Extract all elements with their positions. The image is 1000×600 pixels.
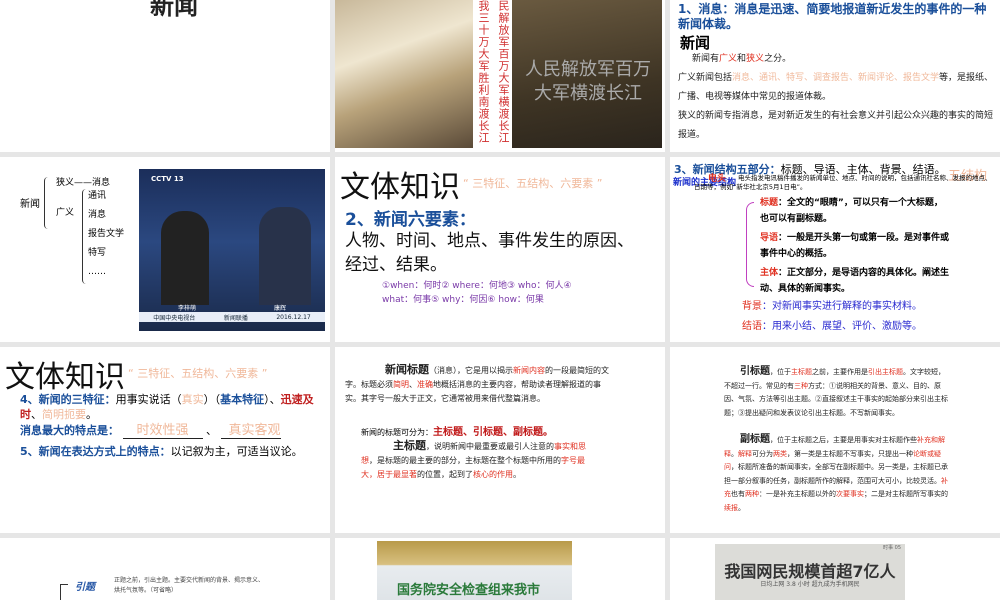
tree-broad: 广义 (56, 208, 75, 218)
tree-root: 新闻 (20, 199, 40, 210)
monument-image: 人民解放军百万大军横渡长江 (512, 0, 662, 148)
slide-1-thumbnail[interactable]: 新闻 (0, 0, 330, 152)
tree-items: 通讯 消息 报告文学 特写…… (88, 191, 125, 277)
image-overlay-text: 人民解放军百万大军横渡长江 (525, 59, 651, 104)
slide-tag: “ 三特征、五结构、六要素 ” (463, 177, 603, 190)
slide-3-thumbnail[interactable]: 1、消息：消息是迅速、简要地报道新近发生的事件的一种新闻体裁。 新闻 新闻有广义… (670, 0, 1000, 152)
brace-icon (746, 202, 754, 287)
ending-line: 结语：用来小结、展望、评价、激励等。 (742, 321, 922, 332)
newspaper-photo: 时事 05 我国网民规模首超7亿人 日均上网 3.8 小时 超九成为手机网民 (715, 544, 905, 600)
note-text: 电头指发电讯稿件播发的新闻单位、地点、时间的说明，包括通讯社名称、发报的地点、日… (694, 174, 992, 191)
main-headline-paragraph: 主标题，说明新闻中最重要或最引人注意的事实和思想，是标题的最主要的部分，主标题在… (361, 439, 586, 479)
slide-5-thumbnail[interactable]: 文体知识 “ 三特征、五结构、六要素 ” 2、新闻六要素： 人物、时间、地点、事… (335, 157, 665, 342)
expression-line: 5、新闻在表达方式上的特点：以记叙为主，可适当议论。 (20, 445, 303, 458)
headline-types: 新闻的标题可分为：主标题、引标题、副标题。 (361, 427, 553, 438)
slide-10-thumbnail[interactable]: 引题 正题之前，引出主题。主要交代新闻的背景、揭示意义、烘托气氛等。（可省略） (0, 538, 330, 600)
caption-right: 民解放军百万大军横渡长江 (497, 0, 510, 144)
slide-body: 人物、时间、地点、事件发生的原因、经过、结果。 (345, 231, 634, 275)
painting-image (335, 0, 473, 148)
slide-11-thumbnail[interactable]: 国务院安全检查组来我市 (335, 538, 665, 600)
slide-title: 文体知识 (340, 170, 460, 205)
blank-line: 消息最大的特点是： 时效性强 、 真实客观 (20, 419, 281, 439)
news-broadcast-image: CCTV 13 李梓萌 康辉 中国中央电视台 新闻联播 2016.12.17 (139, 169, 325, 331)
slide-heading: 2、新闻六要素： (345, 210, 476, 230)
bracket-icon (60, 584, 68, 600)
slide-title: 文体知识 (5, 360, 125, 395)
caption-left: 我三十万大军胜利南渡长江 (477, 0, 490, 144)
sub-headline-paragraph: 副标题，位于主标题之后，主要是用事实对主标题作些补充和解释。解释可分为两类，第一… (724, 434, 948, 512)
slide-12-thumbnail[interactable]: 时事 05 我国网民规模首超7亿人 日均上网 3.8 小时 超九成为手机网民 (670, 538, 1000, 600)
slide-4-thumbnail[interactable]: 新闻 狭义——消息 广义 通讯 消息 报告文学 特写…… CCTV 13 李梓萌 康辉 … (0, 157, 330, 342)
slide-7-thumbnail[interactable]: 文体知识 “ 三特征、五结构、六要素 ” 4、新闻的三特征：用事实说话（真实）（… (0, 347, 330, 533)
six-w-list: ①when：何时② where：何地③ who：何人④ what：何事⑤ why… (382, 281, 572, 305)
newspaper-photo: 国务院安全检查组来我市 (377, 541, 572, 600)
slide-body: 新闻有广义和狭义之分。 广义新闻包括消息、通讯、特写、调查报告、新闻评论、报告文… (678, 54, 994, 140)
slide-heading: 1、消息：消息是迅速、简要地报道新近发生的事件的一种新闻体裁。 (678, 2, 987, 31)
slide-tag: “ 三特征、五结构、六要素 ” (128, 367, 268, 380)
slide-title-fragment: 新闻 (150, 0, 198, 20)
lead-headline-paragraph: 引标题，位于主标题之前，主要作用是引出主标题。文字较短，不超过一行。常见的有三种… (724, 366, 948, 417)
structure-list: 标题：全文的“眼睛”，可以只有一个大标题，也可以有副标题。 导语：一般是开头第一… (760, 198, 950, 294)
lead-label: 引题 (75, 582, 95, 593)
features-text: 4、新闻的三特征：用事实说话（真实）（基本特征）、迅速及时、简明扼要。 (20, 393, 314, 421)
slide-8-thumbnail[interactable]: 新闻标题（消息），它是用以揭示新闻内容的一段最简短的文字。标题必须简明、准确地概… (335, 347, 665, 533)
headline-paragraph: 新闻标题（消息），它是用以揭示新闻内容的一段最简短的文字。标题必须简明、准确地概… (345, 363, 609, 403)
slide-2-thumbnail[interactable]: 我三十万大军胜利南渡长江 民解放军百万大军横渡长江 人民解放军百万大军横渡长江 (335, 0, 665, 152)
brace-icon (44, 177, 50, 229)
slide-9-thumbnail[interactable]: 引标题，位于主标题之前，主要作用是引出主标题。文字较短，不超过一行。常见的有三种… (670, 347, 1000, 533)
background-line: 背景：对新闻事实进行解释的事实材料。 (742, 301, 922, 312)
slide-6-thumbnail[interactable]: 3、新闻结构五部分：标题、导语、主体、背景、结语。 五结构 新闻的主要结构 电头… (670, 157, 1000, 342)
lead-description: 正题之前，引出主题。主要交代新闻的背景、揭示意义、烘托气氛等。（可省略） (114, 577, 265, 594)
